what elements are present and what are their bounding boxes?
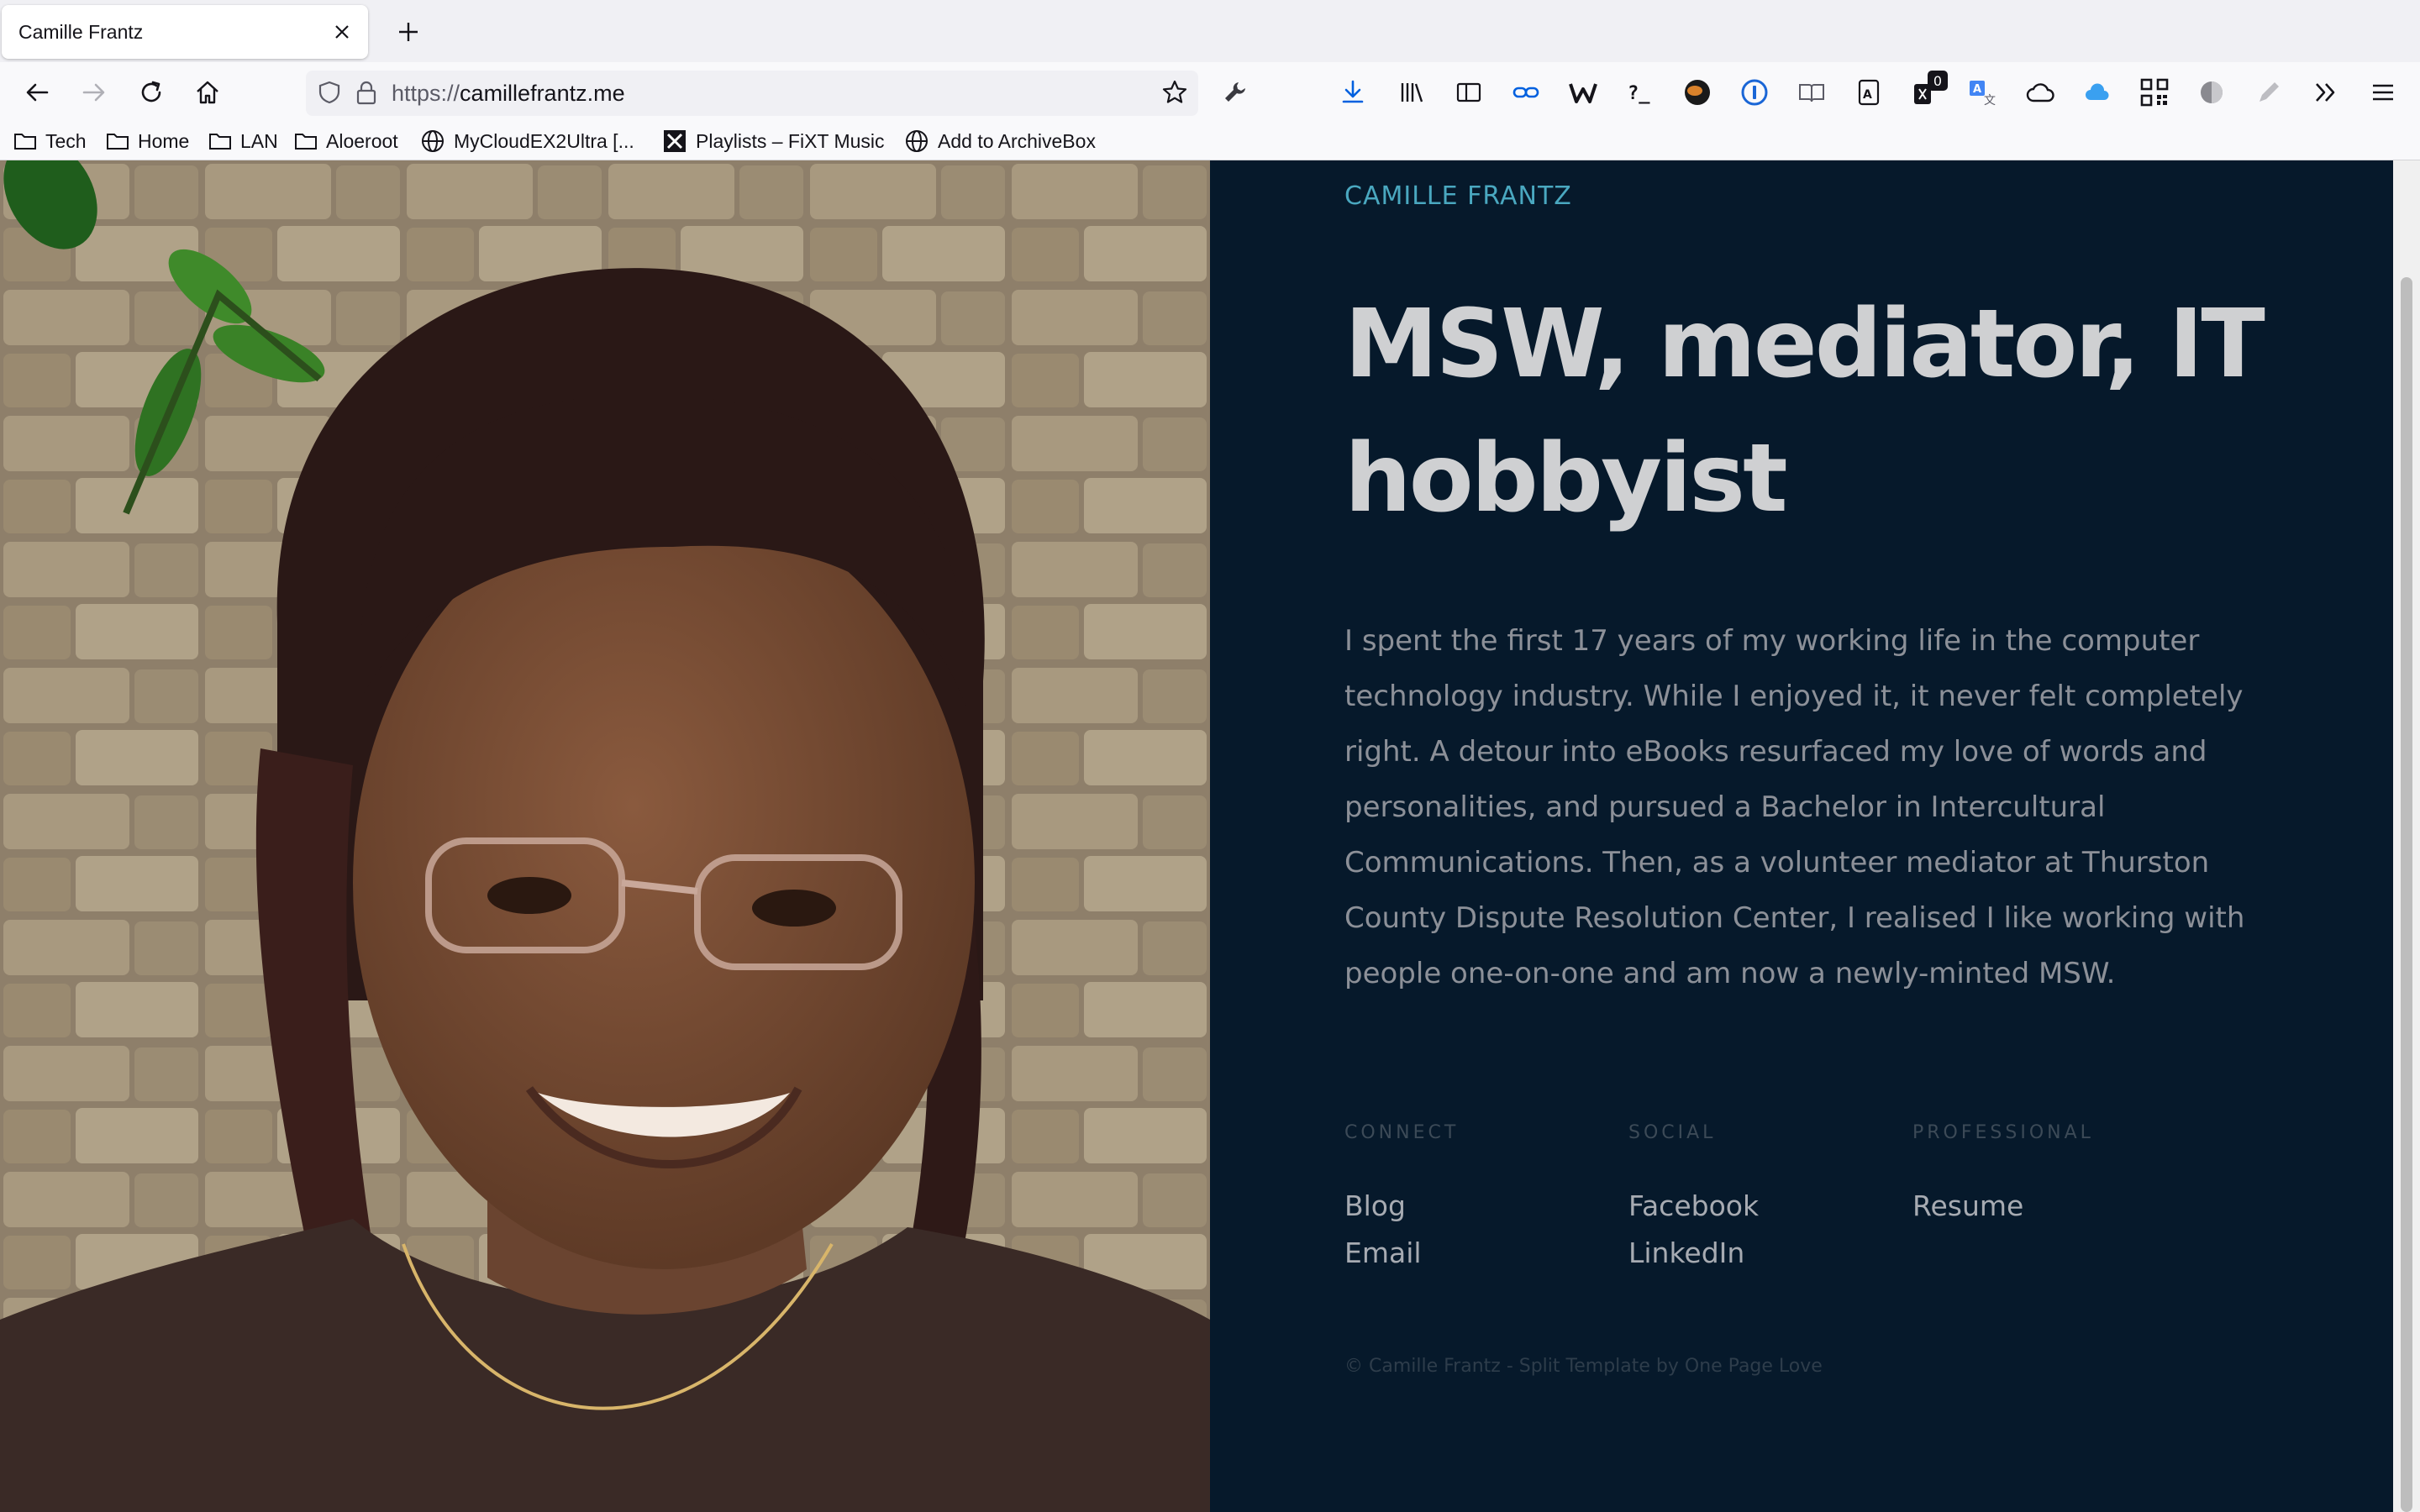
facebook-link[interactable]: Facebook bbox=[1628, 1189, 1759, 1222]
linkedin-link[interactable]: LinkedIn bbox=[1628, 1236, 1744, 1269]
tab-title: Camille Frantz bbox=[18, 20, 144, 43]
new-tab-icon[interactable] bbox=[392, 15, 425, 49]
bookmark-item[interactable]: Playlists – FiXT Music bbox=[662, 126, 885, 156]
overflow-chevrons-icon[interactable] bbox=[2309, 76, 2343, 109]
avatar-extension-icon[interactable] bbox=[1681, 76, 1714, 109]
bookmark-item[interactable]: LAN bbox=[208, 126, 278, 156]
bookmark-label: Add to ArchiveBox bbox=[938, 129, 1096, 152]
link-icon[interactable] bbox=[1509, 76, 1543, 109]
professional-heading: PROFESSIONAL bbox=[1912, 1122, 2094, 1143]
extension-badge: 0 bbox=[1928, 71, 1948, 91]
shield-icon[interactable] bbox=[313, 76, 346, 109]
back-icon[interactable] bbox=[20, 77, 54, 108]
pencil-icon[interactable] bbox=[2252, 76, 2286, 109]
lock-icon[interactable] bbox=[350, 76, 383, 109]
bio-paragraph: I spent the first 17 years of my working… bbox=[1344, 624, 2245, 990]
qr-code-icon[interactable] bbox=[2138, 76, 2171, 109]
site-brand[interactable]: CAMILLE FRANTZ bbox=[1344, 181, 1572, 211]
svg-text:文: 文 bbox=[1984, 94, 1996, 107]
svg-text:A: A bbox=[1863, 88, 1872, 102]
forward-icon[interactable] bbox=[77, 77, 111, 108]
bookmark-label: MyCloudEX2Ultra [... bbox=[454, 129, 634, 152]
scrollbar-thumb[interactable] bbox=[2401, 277, 2412, 1512]
folder-icon bbox=[107, 134, 129, 150]
profile-photo bbox=[0, 160, 1210, 1512]
bookmark-label: Tech bbox=[45, 129, 87, 152]
bookmark-label: LAN bbox=[240, 129, 278, 152]
url-text[interactable]: https://camillefrantz.me bbox=[392, 79, 625, 108]
globe-icon bbox=[906, 130, 928, 152]
bookmark-item[interactable]: Tech bbox=[13, 126, 87, 156]
browser-tab[interactable]: Camille Frantz bbox=[2, 5, 368, 59]
folder-icon bbox=[14, 134, 36, 150]
reload-icon[interactable] bbox=[134, 77, 168, 108]
bookmark-item[interactable]: Aloeroot bbox=[294, 126, 398, 156]
sidebar-icon[interactable] bbox=[1452, 76, 1486, 109]
resume-link[interactable]: Resume bbox=[1912, 1189, 2023, 1222]
url-scheme: https:// bbox=[392, 81, 460, 106]
question-terminal-icon[interactable]: ?_ bbox=[1623, 76, 1657, 109]
connect-heading: CONNECT bbox=[1344, 1122, 1460, 1143]
circle-extension-icon[interactable] bbox=[2195, 76, 2228, 109]
social-heading: SOCIAL bbox=[1628, 1122, 1717, 1143]
bookmark-star-icon[interactable] bbox=[1158, 76, 1192, 109]
blog-link[interactable]: Blog bbox=[1344, 1189, 1406, 1222]
password-manager-icon[interactable] bbox=[1738, 76, 1771, 109]
cloud-blue-icon[interactable] bbox=[2081, 76, 2114, 109]
cloud-outline-icon[interactable] bbox=[2023, 76, 2057, 109]
bookmark-label: Home bbox=[138, 129, 190, 152]
download-icon[interactable] bbox=[1336, 76, 1370, 109]
w-extension-icon[interactable] bbox=[1566, 76, 1600, 109]
translate-doc-icon[interactable]: A bbox=[1852, 76, 1886, 109]
fixt-icon bbox=[664, 130, 686, 152]
email-link[interactable]: Email bbox=[1344, 1236, 1422, 1269]
hamburger-menu-icon[interactable] bbox=[2366, 76, 2400, 109]
page-headline: MSW, mediator, IT hobbyist bbox=[1344, 290, 2265, 533]
bookmark-label: Playlists – FiXT Music bbox=[696, 129, 885, 152]
translate-icon[interactable]: A文 bbox=[1966, 76, 2000, 109]
close-tab-icon[interactable] bbox=[329, 19, 355, 45]
reader-book-icon[interactable] bbox=[1795, 76, 1828, 109]
bookmark-item[interactable]: Home bbox=[106, 126, 189, 156]
globe-icon bbox=[422, 130, 444, 152]
library-icon[interactable] bbox=[1395, 76, 1428, 109]
svg-text:?_: ?_ bbox=[1628, 83, 1650, 104]
wrench-icon[interactable] bbox=[1218, 76, 1252, 109]
bookmark-item[interactable]: MyCloudEX2Ultra [... bbox=[420, 126, 634, 156]
folder-icon bbox=[209, 134, 231, 150]
footer-credit[interactable]: © Camille Frantz - Split Template by One… bbox=[1344, 1356, 1823, 1377]
home-icon[interactable] bbox=[191, 77, 224, 108]
folder-icon bbox=[295, 134, 317, 150]
bookmark-label: Aloeroot bbox=[326, 129, 398, 152]
bookmark-item[interactable]: Add to ArchiveBox bbox=[904, 126, 1096, 156]
svg-text:A: A bbox=[1973, 83, 1981, 96]
url-host: camillefrantz.me bbox=[460, 81, 625, 106]
